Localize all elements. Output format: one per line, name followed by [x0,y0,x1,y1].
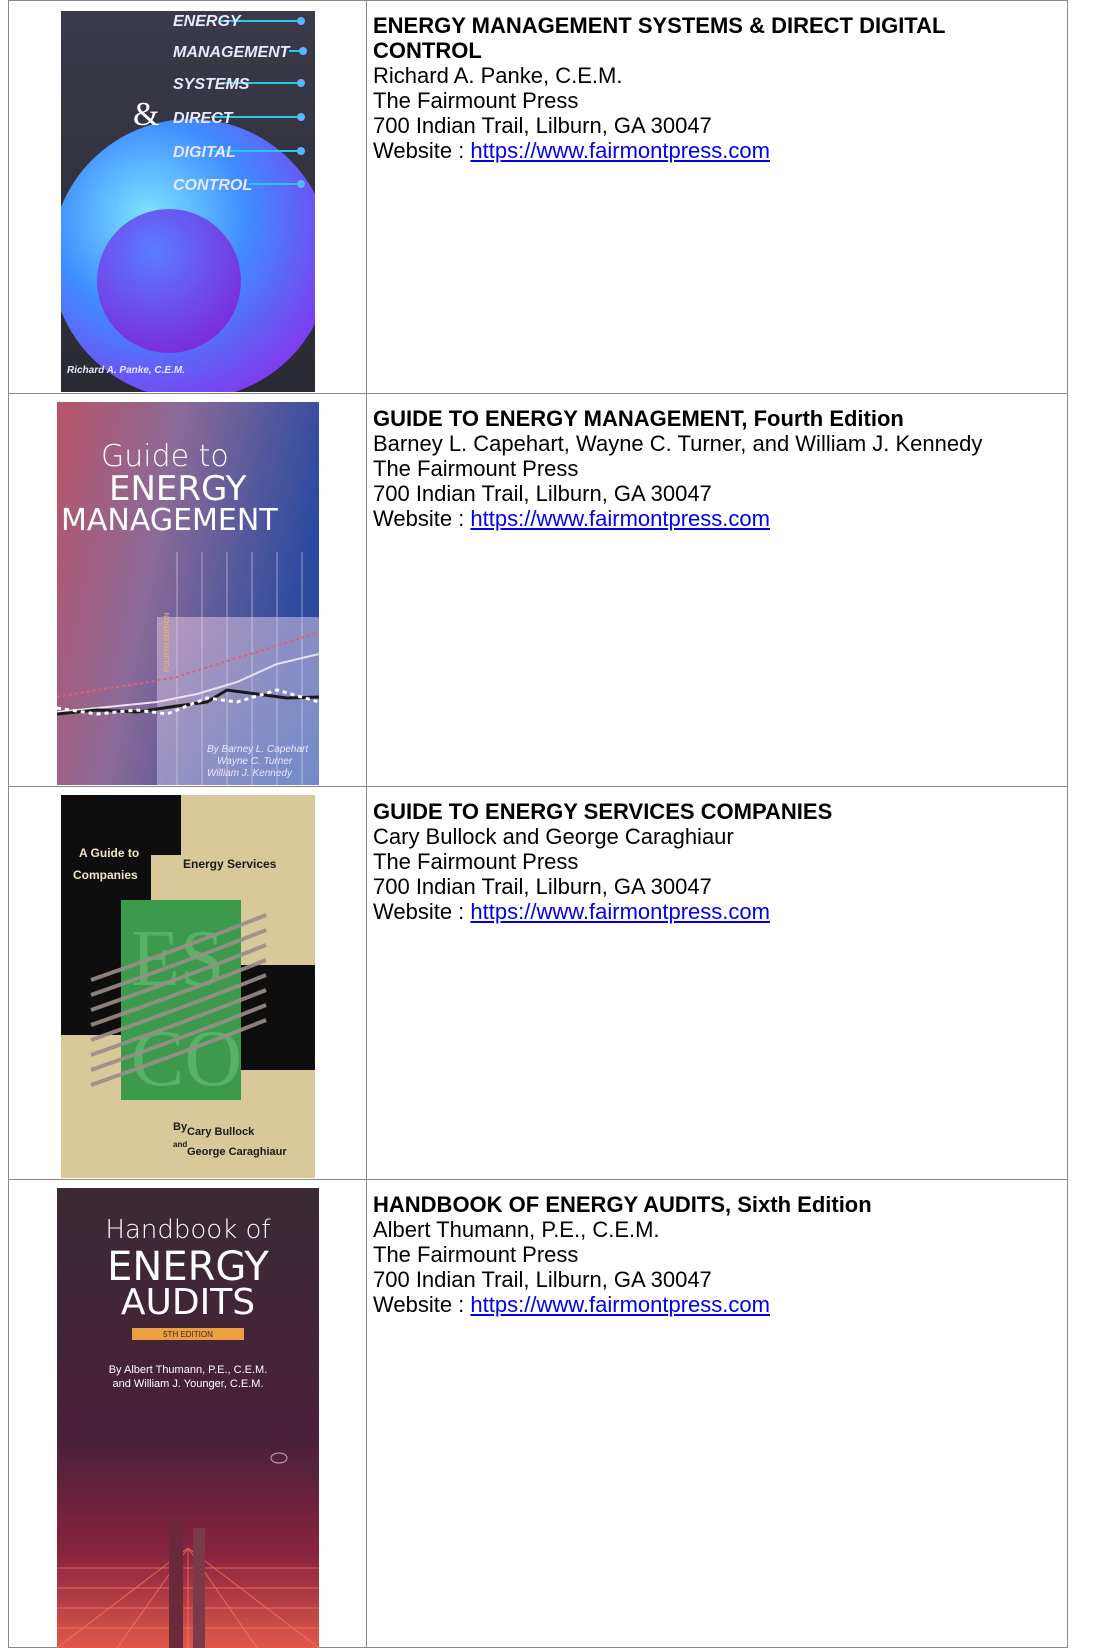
cover-line: A Guide to [79,846,139,860]
website-link[interactable]: https://www.fairmontpress.com [470,506,770,531]
cover-line: DIGITAL [173,144,236,161]
cover-line: MANAGEMENT [61,503,278,538]
book-website: Website : https://www.fairmontpress.com [373,138,1059,163]
cover-line: ENERGY [173,13,242,30]
website-link[interactable]: https://www.fairmontpress.com [470,138,770,163]
book-website: Website : https://www.fairmontpress.com [373,506,1059,531]
book-title: GUIDE TO ENERGY SERVICES COMPANIES [373,799,833,824]
website-label: Website : [373,899,471,924]
website-label: Website : [373,1292,471,1317]
book-info: GUIDE TO ENERGY SERVICES COMPANIES Cary … [366,786,1068,1180]
book-publisher: The Fairmount Press [373,849,579,874]
book-address: 700 Indian Trail, Lilburn, GA 30047 [373,481,712,506]
cover-byline: Richard A. Panke, C.E.M. [67,365,185,376]
book-cover-handbook-energy-audits: Handbook of ENERGY AUDITS 5TH EDITION By… [57,1188,319,1648]
book-row: ENERGY MANAGEMENT SYSTEMS DIRECT DIGITAL… [8,0,1068,394]
cover-byline: By Albert Thumann, P.E., C.E.M. [109,1364,268,1376]
cover-byline: Cary Bullock [187,1126,255,1138]
website-label: Website : [373,506,471,531]
book-publisher: The Fairmount Press [373,1242,579,1267]
cover-line: AUDITS [121,1282,255,1323]
cover-cell: ENERGY MANAGEMENT SYSTEMS DIRECT DIGITAL… [8,0,367,394]
website-link[interactable]: https://www.fairmontpress.com [470,899,770,924]
book-cover-guide-energy-services: ES CO A Guide to Companies Energy Servic… [61,795,315,1178]
cover-edition: 5TH EDITION [163,1330,213,1339]
book-cover-guide-energy-management: Guide to ENERGY MANAGEMENT FOURTH EDITIO… [57,402,319,785]
book-row: Handbook of ENERGY AUDITS 5TH EDITION By… [8,1179,1068,1648]
website-label: Website : [373,138,471,163]
book-author: Richard A. Panke, C.E.M. [373,63,623,88]
website-link[interactable]: https://www.fairmontpress.com [470,1292,770,1317]
book-list-table: ENERGY MANAGEMENT SYSTEMS DIRECT DIGITAL… [8,0,1068,1648]
book-author: Albert Thumann, P.E., C.E.M. [373,1217,660,1242]
book-title: HANDBOOK OF ENERGY AUDITS, Sixth Edition [373,1192,872,1217]
book-publisher: The Fairmount Press [373,456,579,481]
book-author: Cary Bullock and George Caraghiaur [373,824,734,849]
cover-edition: FOURTH EDITION [164,613,171,672]
cover-byline: By Barney L. Capehart [207,744,309,755]
book-info: GUIDE TO ENERGY MANAGEMENT, Fourth Editi… [366,393,1068,787]
cover-line: Handbook of [105,1215,271,1245]
book-row: ES CO A Guide to Companies Energy Servic… [8,786,1068,1180]
book-website: Website : https://www.fairmontpress.com [373,899,1059,924]
cover-by: By [173,1121,188,1133]
book-title: ENERGY MANAGEMENT SYSTEMS & DIRECT DIGIT… [373,13,946,63]
cover-byline: and William J. Younger, C.E.M. [112,1378,263,1390]
cover-big-text: CO [131,1015,242,1103]
cover-line: Companies [73,868,138,882]
cover-line: SYSTEMS [173,76,250,93]
book-address: 700 Indian Trail, Lilburn, GA 30047 [373,113,712,138]
book-cover-ems-ddc: ENERGY MANAGEMENT SYSTEMS DIRECT DIGITAL… [61,11,315,392]
book-info: ENERGY MANAGEMENT SYSTEMS & DIRECT DIGIT… [366,0,1068,394]
cover-line: Energy Services [183,857,277,871]
cover-cell: Handbook of ENERGY AUDITS 5TH EDITION By… [8,1179,367,1648]
book-address: 700 Indian Trail, Lilburn, GA 30047 [373,1267,712,1292]
book-info: HANDBOOK OF ENERGY AUDITS, Sixth Edition… [366,1179,1068,1648]
cover-line: MANAGEMENT [173,44,291,61]
book-address: 700 Indian Trail, Lilburn, GA 30047 [373,874,712,899]
book-website: Website : https://www.fairmontpress.com [373,1292,1059,1317]
book-title: GUIDE TO ENERGY MANAGEMENT, Fourth Editi… [373,406,904,431]
cover-cell: Guide to ENERGY MANAGEMENT FOURTH EDITIO… [8,393,367,787]
cover-byline: Wayne C. Turner [217,756,293,767]
book-row: Guide to ENERGY MANAGEMENT FOURTH EDITIO… [8,393,1068,787]
book-author: Barney L. Capehart, Wayne C. Turner, and… [373,431,983,456]
cover-line: DIRECT [173,110,234,127]
cover-byline: George Caraghiaur [187,1146,287,1158]
book-publisher: The Fairmount Press [373,88,579,113]
cover-cell: ES CO A Guide to Companies Energy Servic… [8,786,367,1180]
cover-line: CONTROL [173,177,252,194]
cover-ampersand: & [133,96,159,133]
cover-byline: William J. Kennedy [207,768,293,779]
cover-and: and [173,1140,187,1149]
